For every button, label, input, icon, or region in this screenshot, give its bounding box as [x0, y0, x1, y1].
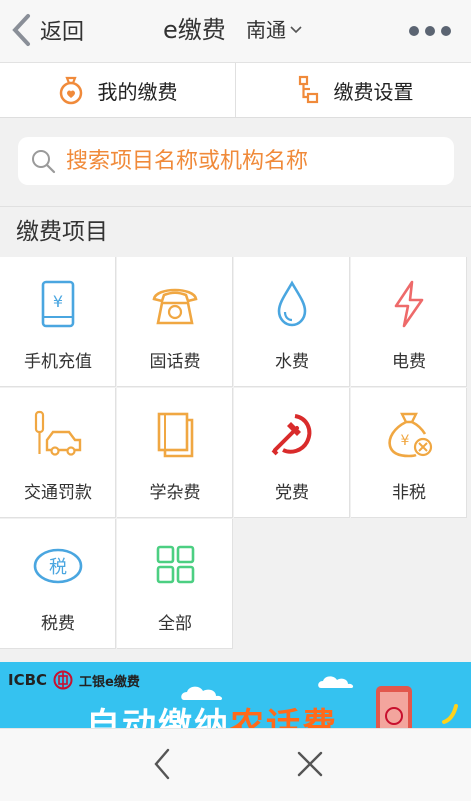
grid-item-label: 学杂费 [149, 483, 201, 503]
cloud-icon [318, 676, 354, 688]
slogan-part-a: 自动缴纳 [86, 706, 230, 728]
settings-blocks-icon [298, 75, 318, 104]
payment-settings-label: 缴费设置 [333, 79, 414, 104]
city-selector[interactable]: 南通 [246, 17, 302, 43]
more-dot-icon [425, 26, 435, 36]
grid-icon [156, 545, 195, 584]
section-title: 缴费项目 [16, 219, 108, 245]
sparkle-icon [442, 704, 458, 724]
my-payments-icon [59, 76, 82, 105]
grid-item-electricity[interactable]: 电费 [351, 257, 467, 387]
grid-item-label: 全部 [158, 614, 192, 634]
grid-item-traffic-fine[interactable]: 交通罚款 [0, 388, 116, 518]
banner-slogan: 自动缴纳农话费 [86, 698, 338, 728]
grid-item-label: 固话费 [149, 352, 201, 372]
grid-item-label: 电费 [392, 352, 426, 372]
svg-text:¥: ¥ [401, 433, 410, 449]
more-dot-icon [409, 26, 419, 36]
more-dot-icon [441, 26, 451, 36]
grid-item-label: 非税 [392, 483, 426, 503]
bottom-nav-bar [0, 728, 471, 801]
payment-settings-button[interactable]: 缴费设置 [235, 63, 471, 117]
grid-item-label: 税费 [41, 614, 75, 634]
mobile-recharge-icon: ¥ [41, 280, 75, 328]
grid-item-label: 手机充值 [24, 352, 92, 372]
money-bag-icon: ¥ [388, 412, 433, 458]
close-icon[interactable] [295, 749, 325, 779]
lightning-icon [394, 280, 424, 328]
grid-item-party-fee[interactable]: 党费 [234, 388, 350, 518]
nav-back-icon[interactable] [150, 747, 174, 781]
chevron-left-icon [12, 14, 30, 46]
grid-item-label: 交通罚款 [24, 483, 92, 503]
banner-name: 工银e缴费 [79, 674, 140, 690]
promo-banner[interactable]: ICBC 工银e缴费 自动缴纳农话费 [0, 662, 471, 728]
grid-item-label: 水费 [275, 352, 309, 372]
chevron-down-icon [290, 26, 302, 34]
slogan-part-b: 农话费 [230, 706, 338, 728]
search-section [0, 118, 471, 207]
grid-item-landline[interactable]: 固话费 [117, 257, 233, 387]
telephone-icon [152, 288, 198, 325]
search-box[interactable] [18, 137, 454, 185]
svg-text:¥: ¥ [53, 292, 63, 311]
grid-item-tax[interactable]: 税 税费 [0, 519, 116, 649]
city-label: 南通 [246, 18, 286, 42]
grid-item-all[interactable]: 全部 [117, 519, 233, 649]
top-bar: 返回 e缴费 南通 [0, 0, 471, 63]
tax-icon: 税 [33, 548, 83, 584]
search-input[interactable] [64, 147, 448, 175]
back-button[interactable]: 返回 [10, 12, 84, 48]
my-payments-label: 我的缴费 [97, 79, 178, 104]
more-button[interactable] [409, 26, 451, 36]
icbc-emblem-icon [53, 670, 73, 690]
my-payments-button[interactable]: 我的缴费 [0, 63, 235, 117]
phone-illustration-icon [376, 686, 412, 728]
party-emblem-icon [271, 414, 312, 456]
grid-item-tuition[interactable]: 学杂费 [117, 388, 233, 518]
svg-text:税: 税 [49, 557, 67, 578]
traffic-car-icon [34, 410, 82, 456]
icbc-brand: ICBC [8, 671, 48, 689]
grid-item-label: 党费 [275, 483, 309, 503]
grid-item-mobile[interactable]: ¥ 手机充值 [0, 257, 116, 387]
back-label: 返回 [40, 20, 85, 45]
books-icon [157, 412, 194, 458]
icbc-logo: ICBC 工银e缴费 [8, 670, 140, 690]
grid-item-non-tax[interactable]: ¥ 非税 [351, 388, 467, 518]
grid-item-water[interactable]: 水费 [234, 257, 350, 387]
search-icon [32, 150, 56, 174]
page-title: e缴费 [163, 16, 226, 44]
quick-actions: 我的缴费 缴费设置 [0, 63, 471, 118]
water-drop-icon [277, 280, 307, 327]
